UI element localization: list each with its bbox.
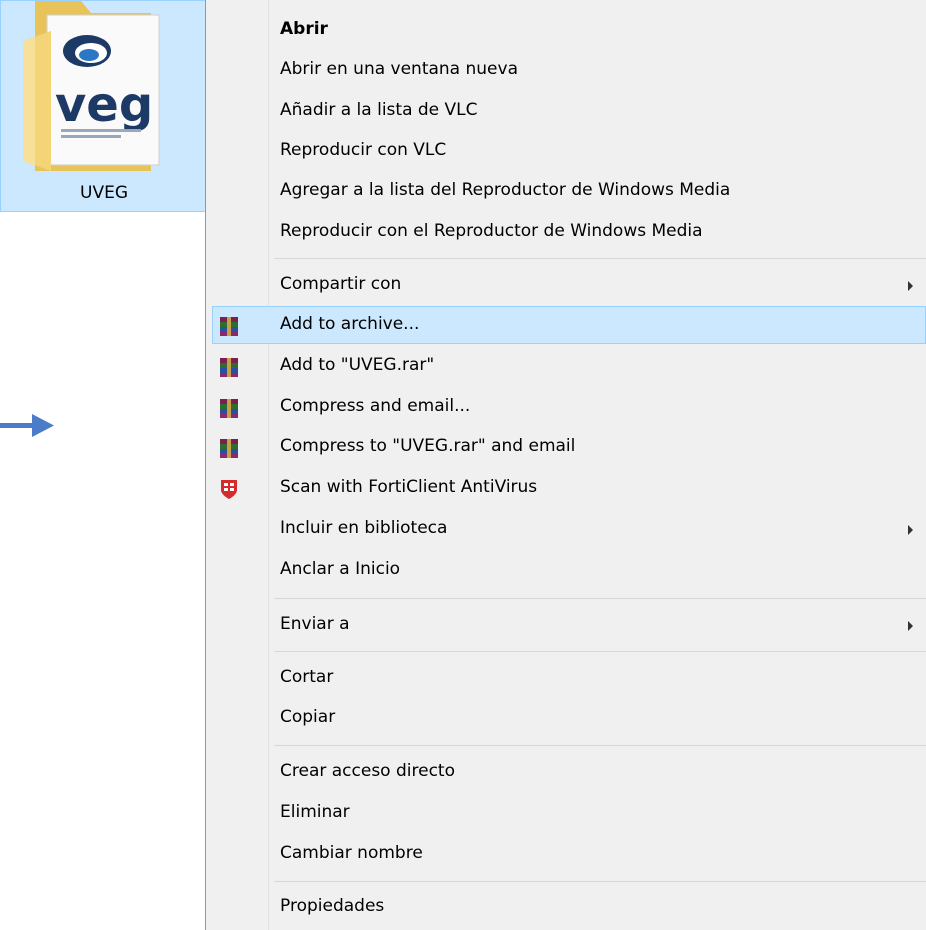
folder-label: UVEG (80, 183, 128, 203)
menu-item-label: Añadir a la lista de VLC (280, 100, 478, 120)
forticlient-icon (221, 480, 237, 499)
folder-icon: veg (23, 1, 160, 171)
menu-item-label: Agregar a la lista del Reproductor de Wi… (280, 180, 731, 200)
menu-item-add-to-archive[interactable]: Add to archive... (212, 306, 926, 344)
menu-item-abrir-ventana-nueva[interactable]: Abrir en una ventana nueva (212, 51, 926, 89)
menu-item-label: Propiedades (280, 896, 385, 916)
menu-item-enviar-a[interactable]: Enviar a (212, 606, 926, 644)
menu-item-label: Eliminar (280, 802, 350, 822)
menu-item-scan-forticlient[interactable]: Scan with FortiClient AntiVirus (212, 469, 926, 507)
menu-item-compartir-con[interactable]: Compartir con (212, 266, 926, 304)
menu-item-compress-and-email[interactable]: Compress and email... (212, 388, 926, 426)
winrar-icon (220, 399, 238, 418)
menu-item-abrir[interactable]: Abrir (212, 11, 926, 49)
menu-item-label: Reproducir con VLC (280, 140, 447, 160)
menu-separator (274, 881, 926, 882)
menu-item-label: Enviar a (280, 614, 350, 634)
winrar-icon (220, 317, 238, 336)
menu-item-label: Compress and email... (280, 396, 471, 416)
menu-item-label: Copiar (280, 707, 336, 727)
menu-item-eliminar[interactable]: Eliminar (212, 794, 926, 832)
menu-item-agregar-wmp[interactable]: Agregar a la lista del Reproductor de Wi… (212, 172, 926, 210)
menu-item-label: Incluir en biblioteca (280, 518, 448, 538)
menu-item-cortar[interactable]: Cortar (212, 659, 926, 697)
menu-item-label: Add to archive... (280, 314, 420, 334)
menu-item-label: Cortar (280, 667, 334, 687)
menu-item-label: Compartir con (280, 274, 402, 294)
menu-item-label: Scan with FortiClient AntiVirus (280, 477, 538, 497)
menu-item-label: Anclar a Inicio (280, 559, 401, 579)
menu-item-label: Reproducir con el Reproductor de Windows… (280, 221, 703, 241)
menu-item-label: Compress to "UVEG.rar" and email (280, 436, 576, 456)
menu-item-incluir-biblioteca[interactable]: Incluir en biblioteca (212, 510, 926, 548)
menu-item-reproducir-wmp[interactable]: Reproducir con el Reproductor de Windows… (212, 213, 926, 251)
winrar-icon (220, 358, 238, 377)
chevron-right-icon (908, 281, 913, 291)
chevron-right-icon (908, 621, 913, 631)
menu-item-copiar[interactable]: Copiar (212, 699, 926, 737)
context-menu: Abrir Abrir en una ventana nueva Añadir … (205, 0, 926, 930)
menu-item-add-to-uveg-rar[interactable]: Add to "UVEG.rar" (212, 347, 926, 385)
winrar-icon (220, 439, 238, 458)
menu-item-crear-acceso-directo[interactable]: Crear acceso directo (212, 753, 926, 791)
menu-item-reproducir-vlc[interactable]: Reproducir con VLC (212, 132, 926, 170)
menu-separator (274, 651, 926, 652)
logo-text: veg (55, 77, 153, 133)
menu-item-label: Abrir (280, 19, 328, 39)
menu-separator (274, 745, 926, 746)
folder-uveg[interactable]: veg UVEG (0, 0, 206, 212)
menu-item-label: Crear acceso directo (280, 761, 455, 781)
arrow-right-icon (0, 414, 54, 437)
menu-item-cambiar-nombre[interactable]: Cambiar nombre (212, 835, 926, 873)
menu-item-label: Abrir en una ventana nueva (280, 59, 518, 79)
menu-separator (274, 598, 926, 599)
menu-item-anclar-inicio[interactable]: Anclar a Inicio (212, 551, 926, 589)
menu-item-compress-to-uveg-rar-email[interactable]: Compress to "UVEG.rar" and email (212, 428, 926, 466)
menu-item-label: Cambiar nombre (280, 843, 423, 863)
menu-item-label: Add to "UVEG.rar" (280, 355, 435, 375)
menu-item-anadir-lista-vlc[interactable]: Añadir a la lista de VLC (212, 92, 926, 130)
chevron-right-icon (908, 525, 913, 535)
menu-item-propiedades[interactable]: Propiedades (212, 888, 926, 926)
menu-separator (274, 258, 926, 259)
